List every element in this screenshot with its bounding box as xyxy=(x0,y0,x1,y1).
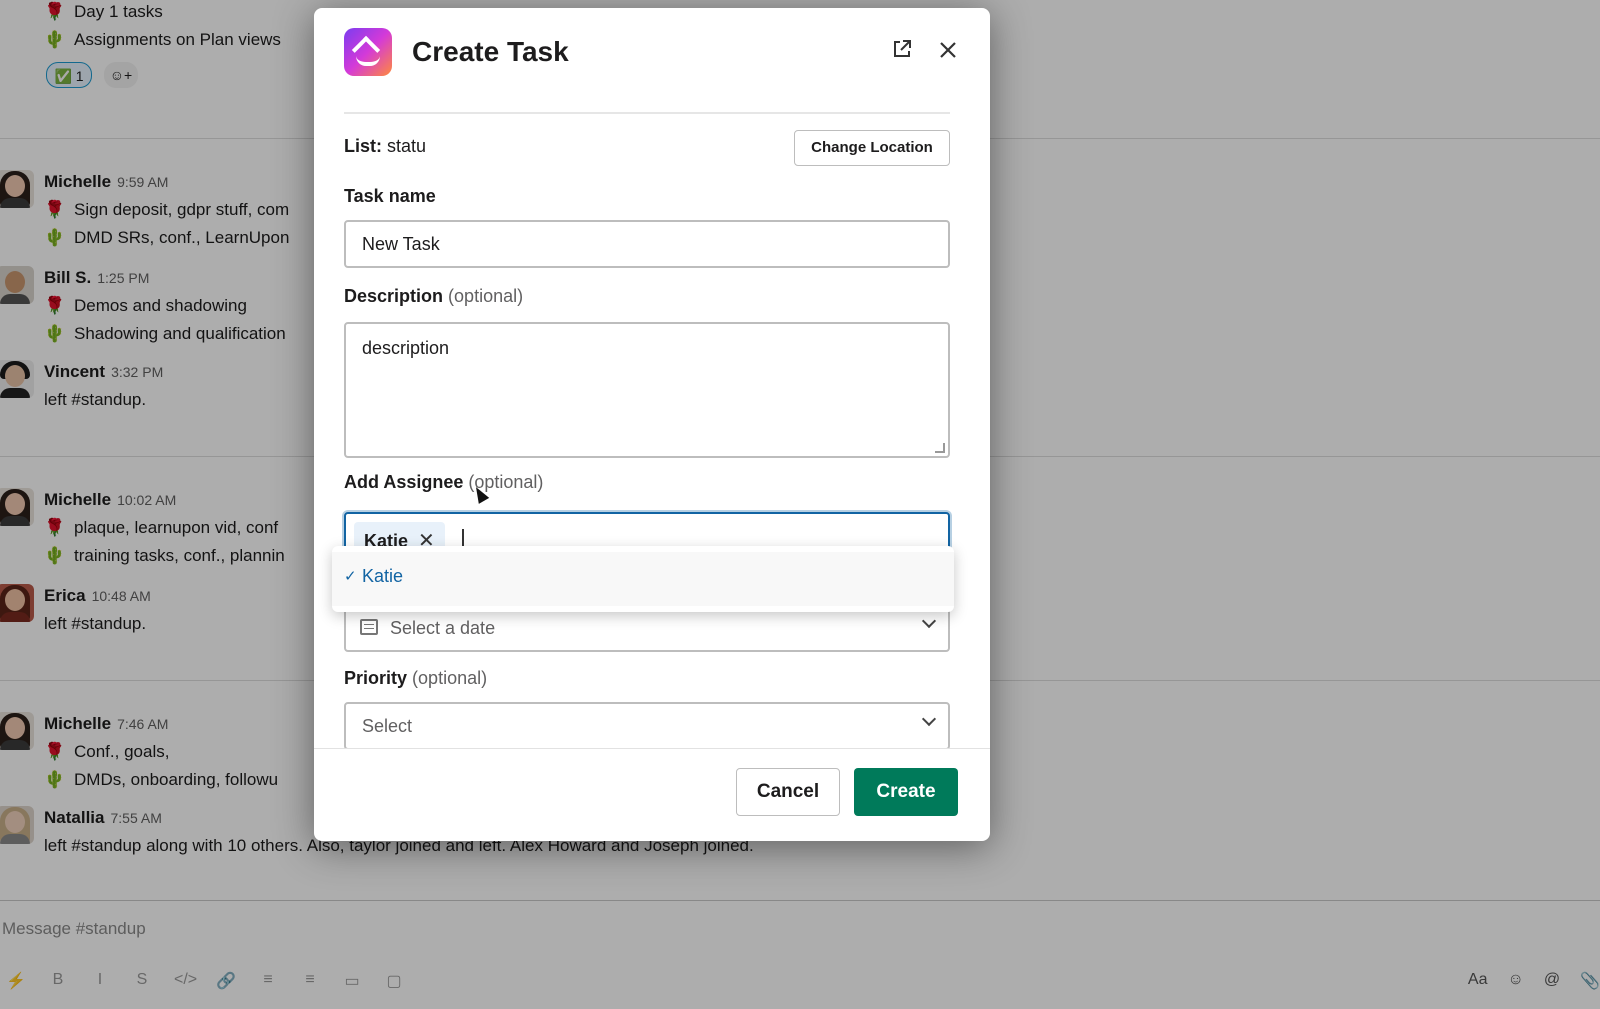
modal-title: Create Task xyxy=(412,36,569,67)
close-icon[interactable] xyxy=(934,38,962,66)
change-location-button[interactable]: Change Location xyxy=(794,130,950,166)
cancel-button[interactable]: Cancel xyxy=(736,768,840,816)
description-textarea[interactable]: description xyxy=(344,322,950,458)
header-divider xyxy=(344,112,950,114)
list-value: statu xyxy=(387,136,427,156)
option-label: Katie xyxy=(362,566,404,586)
chevron-down-icon xyxy=(921,711,937,727)
create-button[interactable]: Create xyxy=(854,768,958,816)
calendar-icon xyxy=(360,619,378,635)
open-in-new-window-icon[interactable] xyxy=(888,38,916,66)
priority-label: Priority (optional) xyxy=(344,668,488,688)
description-label: Description (optional) xyxy=(344,286,524,306)
task-name-label: Task name xyxy=(344,186,436,206)
create-task-modal: Create Task List: statu Change Location … xyxy=(314,8,990,841)
list-location: List: statu xyxy=(344,136,427,156)
checkmark-icon: ✓ xyxy=(344,568,357,585)
modal-body[interactable]: List: statu Change Location Task name Ne… xyxy=(314,116,990,748)
chevron-down-icon xyxy=(921,613,937,629)
assignee-dropdown: ✓ Katie xyxy=(332,546,954,612)
resize-handle-icon[interactable] xyxy=(935,443,945,453)
task-name-input[interactable]: New Task xyxy=(344,220,950,268)
priority-select[interactable]: Select xyxy=(344,702,950,748)
assignee-label: Add Assignee (optional) xyxy=(344,472,544,492)
footer-divider xyxy=(314,748,990,749)
clickup-logo-icon xyxy=(344,28,392,76)
dropdown-option[interactable]: ✓ Katie xyxy=(332,552,954,606)
